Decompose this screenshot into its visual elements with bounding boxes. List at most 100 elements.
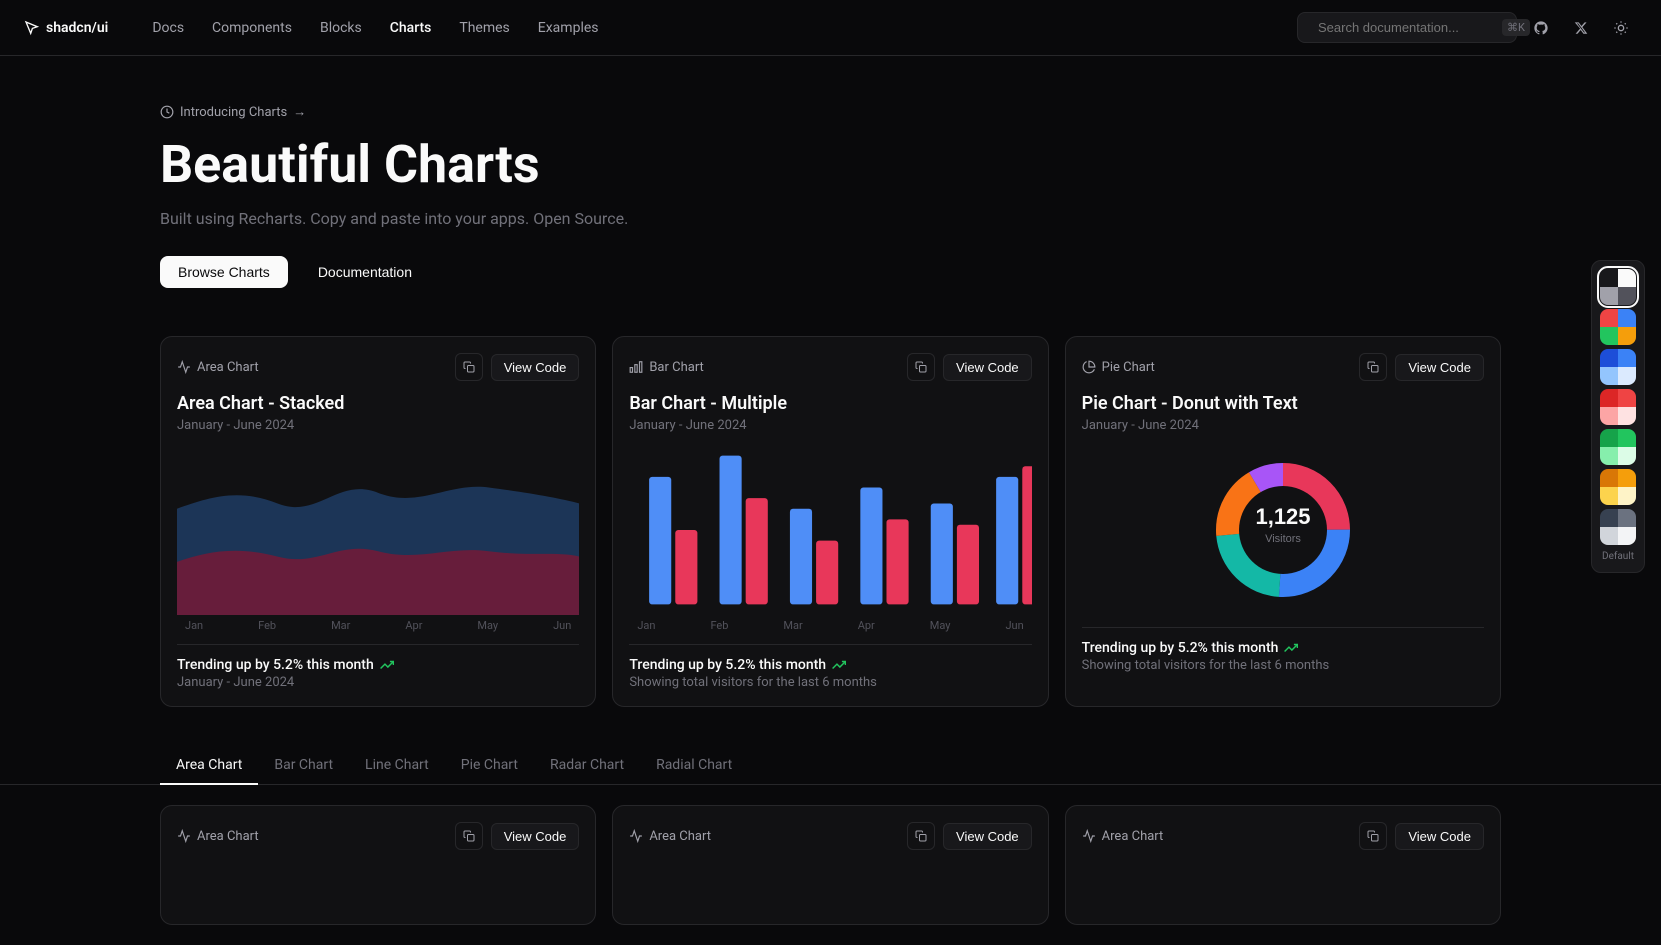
theme-swatch-green[interactable]: [1600, 429, 1636, 465]
theme-swatch-colorful[interactable]: [1600, 309, 1636, 345]
bar-chart-icon: [629, 360, 643, 374]
bottom-view-code-btn-1[interactable]: View Code: [491, 823, 580, 850]
area-chart-label: Area Chart: [177, 360, 259, 375]
bar-chart-view-code-btn[interactable]: View Code: [943, 354, 1032, 381]
logo-text: shadcn/ui: [46, 20, 108, 36]
hero-badge-arrow: →: [293, 104, 306, 120]
hero-badge-text: Introducing Charts: [180, 105, 287, 120]
nav-right: ⌘K: [1297, 12, 1637, 44]
trend-up-icon-3: [1284, 641, 1298, 655]
trend-up-icon-2: [832, 658, 846, 672]
twitter-icon-btn[interactable]: [1565, 12, 1597, 44]
nav-examples[interactable]: Examples: [526, 14, 611, 42]
pie-chart-period: January - June 2024: [1082, 418, 1484, 433]
bottom-copy-btn-1[interactable]: [455, 822, 483, 850]
nav-themes[interactable]: Themes: [447, 14, 521, 42]
bottom-chart-actions-1: View Code: [455, 822, 580, 850]
chart-showcase: Area Chart View Code Area Chart - Stacke…: [0, 320, 1661, 723]
bottom-chart-label-1: Area Chart: [177, 829, 259, 844]
theme-default-label: Default: [1600, 549, 1636, 564]
theme-panel: Default: [1591, 260, 1645, 573]
pie-chart-title: Pie Chart - Donut with Text: [1082, 393, 1484, 414]
pie-chart-icon: [1082, 360, 1096, 374]
theme-swatch-red[interactable]: [1600, 389, 1636, 425]
documentation-button[interactable]: Documentation: [300, 256, 430, 288]
area-chart-card: Area Chart View Code Area Chart - Stacke…: [160, 336, 596, 707]
theme-swatch-gray[interactable]: [1600, 509, 1636, 545]
x-label-mar: Mar: [331, 619, 350, 632]
area-chart-footer: Trending up by 5.2% this month January -…: [177, 644, 579, 690]
area-icon-2: [629, 829, 643, 843]
area-chart-copy-btn[interactable]: [455, 353, 483, 381]
pie-chart-actions: View Code: [1359, 353, 1484, 381]
bar-chart-copy-btn[interactable]: [907, 353, 935, 381]
logo[interactable]: shadcn/ui: [24, 20, 108, 36]
hero-subtitle: Built using Recharts. Copy and paste int…: [160, 209, 1501, 228]
copy-icon-2: [915, 361, 927, 373]
bottom-copy-btn-2[interactable]: [907, 822, 935, 850]
search-box[interactable]: ⌘K: [1297, 12, 1517, 43]
bar-chart-header: Bar Chart View Code: [629, 353, 1031, 381]
tab-area-chart[interactable]: Area Chart: [160, 747, 258, 785]
trend-up-icon: [380, 658, 394, 672]
bottom-chart-label-2: Area Chart: [629, 829, 711, 844]
area-chart-trend: Trending up by 5.2% this month: [177, 657, 579, 673]
github-icon-btn[interactable]: [1525, 12, 1557, 44]
tab-radar-chart[interactable]: Radar Chart: [534, 747, 640, 785]
nav-charts[interactable]: Charts: [378, 14, 444, 42]
bottom-chart-label-text-3: Area Chart: [1102, 829, 1164, 844]
twitter-icon: [1574, 21, 1588, 35]
area-chart-actions: View Code: [455, 353, 580, 381]
area-icon-1: [177, 829, 191, 843]
tab-bar-chart[interactable]: Bar Chart: [258, 747, 349, 785]
bar-chart-visual: [629, 445, 1031, 615]
bottom-chart-label-text-1: Area Chart: [197, 829, 259, 844]
area-chart-header: Area Chart View Code: [177, 353, 579, 381]
pie-chart-label: Pie Chart: [1082, 360, 1155, 375]
area-icon-3: [1082, 829, 1096, 843]
bottom-chart-header-3: Area Chart View Code: [1082, 822, 1484, 850]
bottom-chart-card-1: Area Chart View Code: [160, 805, 596, 925]
x-label-may: May: [477, 619, 498, 632]
theme-swatch-blue[interactable]: [1600, 349, 1636, 385]
pie-chart-copy-btn[interactable]: [1359, 353, 1387, 381]
theme-swatch-orange[interactable]: [1600, 469, 1636, 505]
theme-toggle-btn[interactable]: [1605, 12, 1637, 44]
donut-wrap: 1,125 Visitors: [1082, 445, 1484, 615]
nav-blocks[interactable]: Blocks: [308, 14, 374, 42]
area-chart-range: January - June 2024: [177, 675, 579, 690]
tab-pie-chart[interactable]: Pie Chart: [445, 747, 534, 785]
copy-icon: [463, 361, 475, 373]
x-label-apr: Apr: [405, 619, 422, 632]
bar-chart-actions: View Code: [907, 353, 1032, 381]
svg-text:Visitors: Visitors: [1265, 533, 1301, 545]
pie-chart-header: Pie Chart View Code: [1082, 353, 1484, 381]
area-chart-view-code-btn[interactable]: View Code: [491, 354, 580, 381]
bar-chart-footer: Trending up by 5.2% this month Showing t…: [629, 644, 1031, 690]
tab-radial-chart[interactable]: Radial Chart: [640, 747, 748, 785]
svg-text:1,125: 1,125: [1255, 504, 1310, 529]
bottom-view-code-btn-2[interactable]: View Code: [943, 823, 1032, 850]
bottom-view-code-btn-3[interactable]: View Code: [1395, 823, 1484, 850]
browse-charts-button[interactable]: Browse Charts: [160, 256, 288, 288]
search-input[interactable]: [1318, 20, 1494, 35]
bottom-chart-card-2: Area Chart View Code: [612, 805, 1048, 925]
area-chart-visual: [177, 445, 579, 615]
pie-chart-footer: Trending up by 5.2% this month Showing t…: [1082, 627, 1484, 673]
bar-chart-range: Showing total visitors for the last 6 mo…: [629, 675, 1031, 690]
pie-chart-label-text: Pie Chart: [1102, 360, 1155, 375]
bottom-chart-label-text-2: Area Chart: [649, 829, 711, 844]
bar-chart-card: Bar Chart View Code Bar Chart - Multiple…: [612, 336, 1048, 707]
tab-line-chart[interactable]: Line Chart: [349, 747, 445, 785]
nav-docs[interactable]: Docs: [140, 14, 196, 42]
x-label-feb: Feb: [258, 619, 276, 632]
theme-swatch-default[interactable]: [1600, 269, 1636, 305]
pie-chart-range: Showing total visitors for the last 6 mo…: [1082, 658, 1484, 673]
copy-icon-3: [1367, 361, 1379, 373]
pie-chart-view-code-btn[interactable]: View Code: [1395, 354, 1484, 381]
area-chart-x-labels: Jan Feb Mar Apr May Jun: [177, 615, 579, 632]
area-chart-title: Area Chart - Stacked: [177, 393, 579, 414]
bottom-copy-btn-3[interactable]: [1359, 822, 1387, 850]
nav-components[interactable]: Components: [200, 14, 304, 42]
pie-chart-card: Pie Chart View Code Pie Chart - Donut wi…: [1065, 336, 1501, 707]
